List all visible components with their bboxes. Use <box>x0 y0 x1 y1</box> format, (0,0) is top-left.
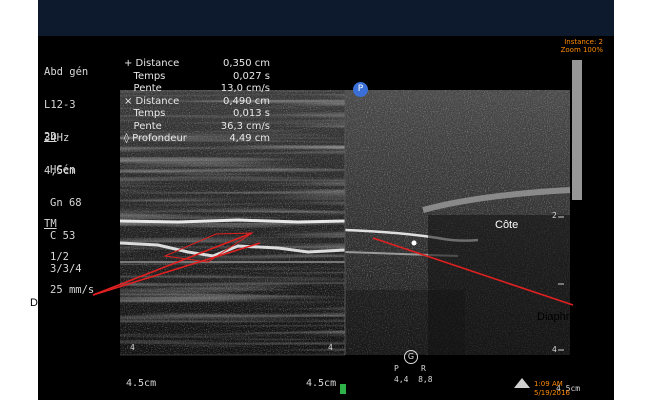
cote-label: Côte <box>495 219 519 231</box>
diaphragme-label-left: Diaphragme <box>30 297 90 309</box>
tick-label-4-mid: 4 <box>328 343 333 352</box>
ultrasound-screen: Abd gén L12-3 34Hz 4,5cm 2D HGén Gn 68 C… <box>38 0 614 400</box>
param-2d-1: HGén <box>50 164 76 176</box>
probe-r: R <box>421 364 426 373</box>
probe-p: P <box>394 364 399 373</box>
measurement-row: Temps 0,013 s <box>124 108 270 119</box>
probe-values: 4,4 8,8 <box>394 375 433 384</box>
mode-2d-heading: 2D <box>44 131 57 143</box>
mode-tm-heading: TM <box>44 218 57 230</box>
zoom-label: Zoom 100% <box>560 46 603 54</box>
diaphragme-label-right: Diaphragme <box>537 311 597 323</box>
tick-label-4-left: 4 <box>130 343 135 352</box>
measurement-row: × Distance 0,490 cm <box>124 95 270 107</box>
probe-g-icon: G <box>404 350 418 364</box>
preset-label: Abd gén <box>44 66 89 78</box>
depth-label-left: 4.5cm <box>126 378 157 389</box>
tick-label-4: 4 <box>552 345 557 354</box>
measurement-row: Pente 36,3 cm/s <box>124 120 270 132</box>
param-tm-1: 1/2 <box>50 251 69 263</box>
footer-date: 5/19/2016 <box>534 389 570 397</box>
measurement-row: ◊ Profondeur 4,49 cm <box>124 133 270 144</box>
depth-label-middle: 4.5cm <box>306 378 337 389</box>
measurement-row: Pente 13,0 cm/s <box>124 83 270 94</box>
p-marker-icon: P <box>353 82 368 97</box>
tick-label-2: 2 <box>552 211 557 220</box>
measurement-row: + Distance 0,350 cm <box>124 58 270 69</box>
measurements-panel: + Distance 0,350 cm Temps 0,027 s Pente 13,… <box>124 58 270 146</box>
param-tm-2: 25 mm/s <box>50 284 95 296</box>
instance-label: Instance: 2 <box>564 38 603 46</box>
measurement-row: Temps 0,027 s <box>124 70 270 82</box>
footer-time: 1:09 AM <box>534 380 563 388</box>
